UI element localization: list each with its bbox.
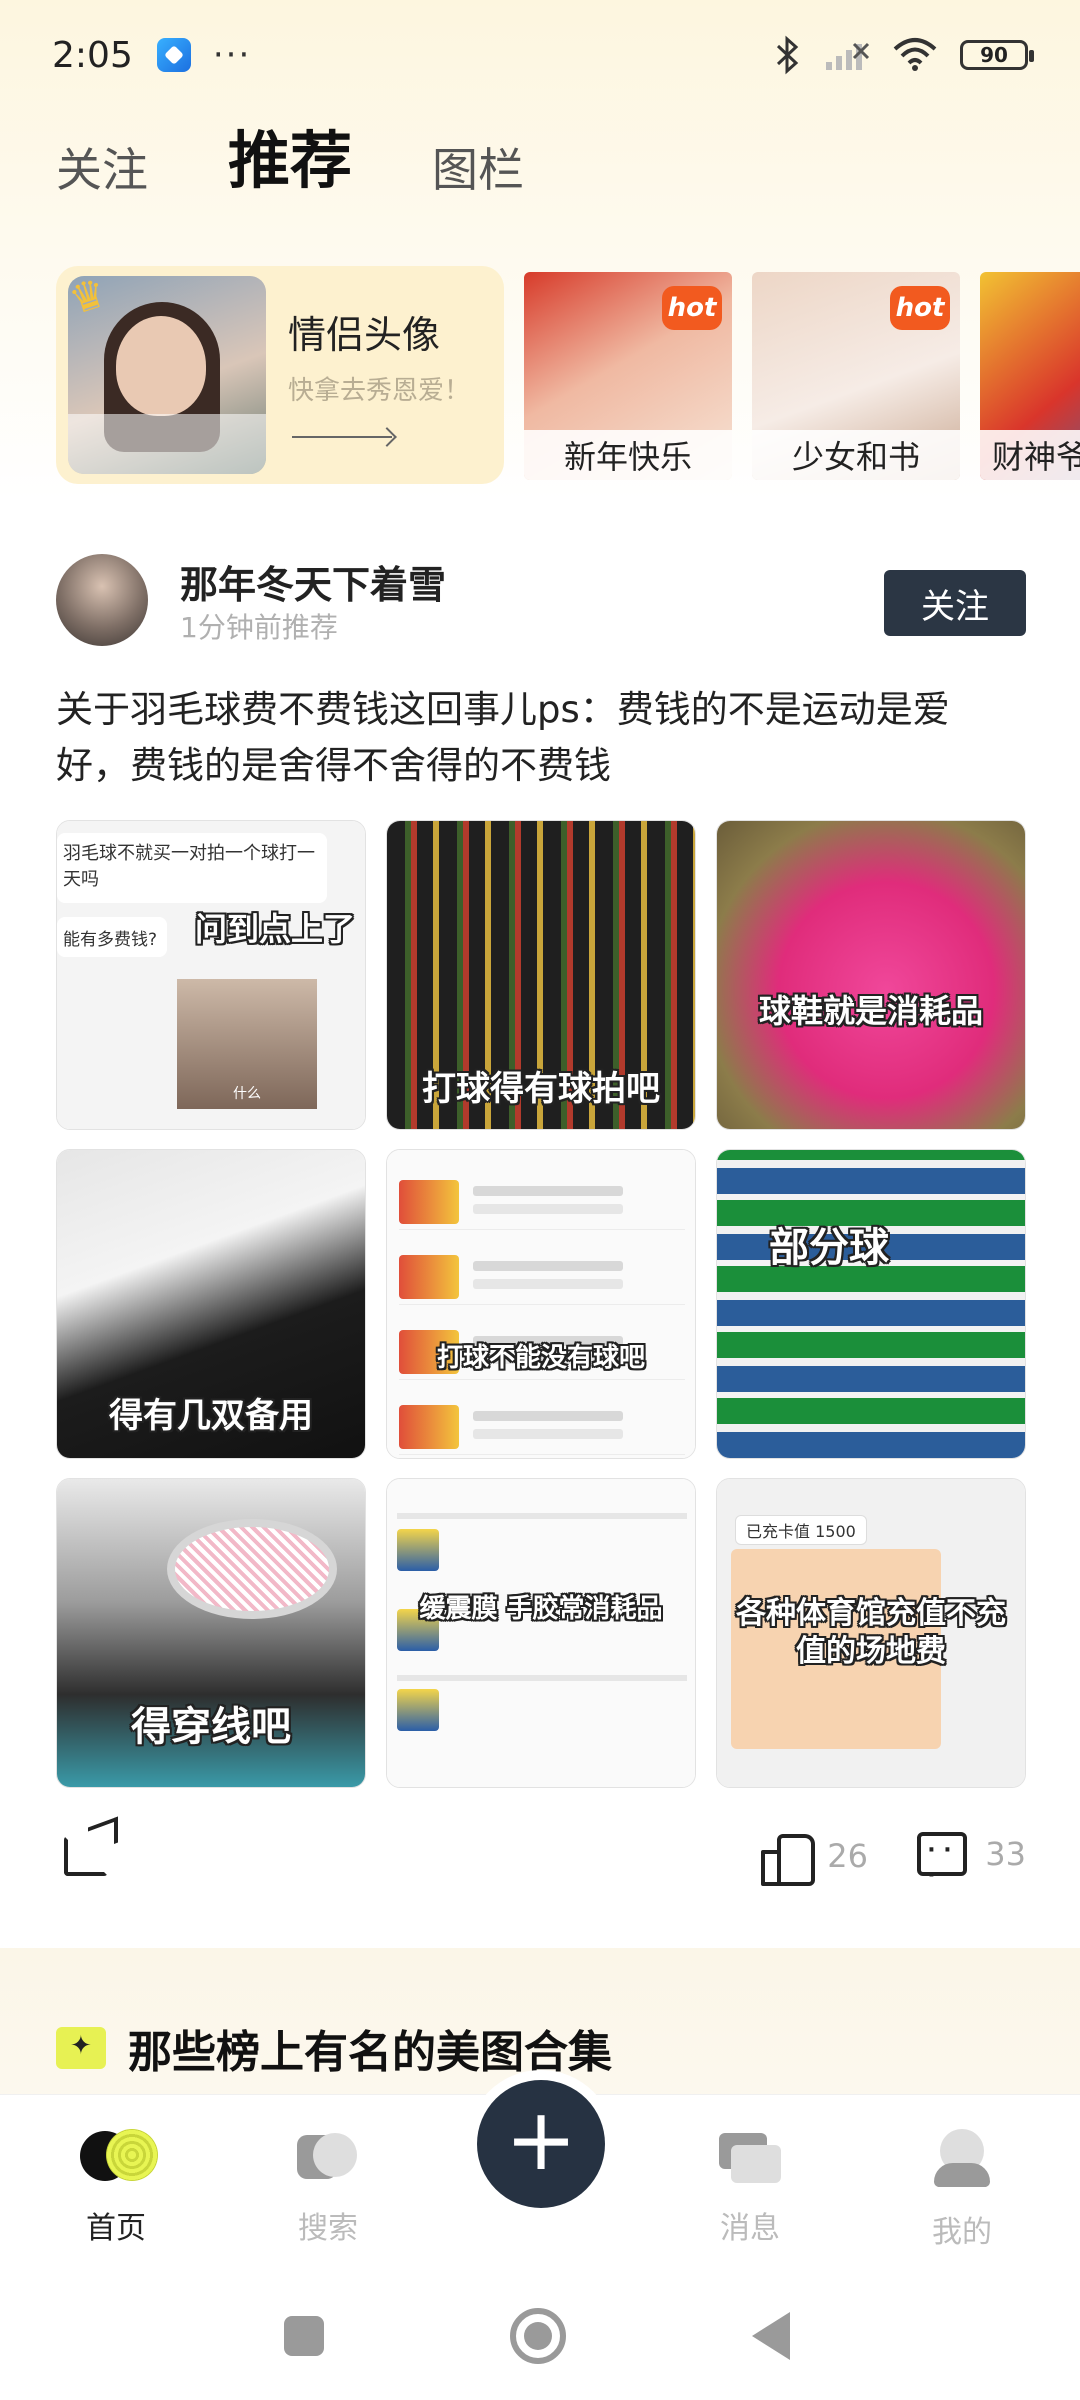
topic-label: 财神爷 — [980, 430, 1080, 480]
meme-photo: 什么 — [177, 979, 317, 1109]
post-text[interactable]: 关于羽毛球费不费钱这回事儿ps：费钱的不是运动是爱好，费钱的是舍得不舍得的不费钱 — [56, 682, 1016, 794]
bluetooth-icon — [776, 35, 799, 75]
image-caption: 球鞋就是消耗品 — [758, 992, 983, 1030]
post-image-2[interactable]: 打球得有球拍吧 — [386, 820, 696, 1130]
image-caption: 部分球 — [769, 1225, 889, 1271]
arrow-right-icon — [292, 436, 392, 438]
system-home-icon[interactable] — [510, 2308, 566, 2364]
nav-profile[interactable]: 我的 — [892, 2129, 1032, 2251]
image-caption: 得穿线吧 — [131, 1704, 291, 1750]
image-caption: 打球得有球拍吧 — [422, 1069, 660, 1109]
nav-home[interactable]: 首页 — [46, 2129, 186, 2247]
recent-apps-icon[interactable] — [284, 2316, 324, 2356]
folder-icon — [56, 2027, 106, 2069]
profile-icon — [934, 2129, 990, 2189]
status-icons: 90 — [772, 35, 1034, 75]
comment-button[interactable]: 33 — [917, 1832, 1026, 1888]
image-caption: 得有几双备用 — [109, 1396, 313, 1436]
post-header: 那年冬天下着雪 1分钟前推荐 关注 — [56, 554, 1026, 646]
card-balance-tag: 已充卡值 1500 — [735, 1515, 867, 1545]
feature-subtitle: 快拿去秀恩爱！ — [288, 376, 471, 406]
topic-card-girl-and-book[interactable]: hot 少女和书 — [752, 272, 960, 480]
nav-label: 消息 — [720, 2211, 780, 2246]
post-image-5[interactable]: 打球不能没有球吧 — [386, 1149, 696, 1459]
collection-title: 那些榜上有名的美图合集 — [128, 2027, 612, 2078]
tab-following[interactable]: 关注 — [56, 134, 148, 200]
topic-banner-row: ♛ 情侣头像 快拿去秀恩爱！ hot 新年快乐 hot 少女和书 财神爷 — [56, 266, 1080, 486]
cellular-signal-icon — [826, 42, 870, 70]
post-image-9[interactable]: 已充卡值 1500 各种体育馆充值不充值的场地费 — [716, 1478, 1026, 1788]
tab-recommended[interactable]: 推荐 — [228, 110, 353, 200]
post-image-3[interactable]: 球鞋就是消耗品 — [716, 820, 1026, 1130]
hot-badge: hot — [662, 286, 722, 330]
chat-bubble: 羽毛球不就买一对拍一个球打一天吗 — [57, 833, 327, 903]
follow-button[interactable]: 关注 — [884, 570, 1026, 636]
plus-icon: + — [504, 2090, 578, 2190]
create-post-button[interactable]: + — [477, 2080, 605, 2208]
comment-icon — [917, 1832, 968, 1888]
post-time: 1分钟前推荐 — [180, 611, 338, 644]
hot-badge: hot — [890, 286, 950, 330]
image-caption: 问到点上了 — [194, 910, 355, 948]
battery-icon: 90 — [960, 40, 1034, 70]
post-image-7[interactable]: 得穿线吧 — [56, 1478, 366, 1788]
like-button[interactable]: 26 — [761, 1832, 868, 1886]
post-actions: 26 33 — [56, 1832, 1026, 1892]
post-image-6[interactable]: 部分球 — [716, 1149, 1026, 1459]
back-icon[interactable] — [752, 2312, 790, 2360]
thumbs-up-icon — [761, 1832, 816, 1886]
post-image-1[interactable]: 羽毛球不就买一对拍一个球打一天吗 能有多费钱? 什么 问到点上了 — [56, 820, 366, 1130]
message-icon — [717, 2129, 783, 2185]
author-avatar[interactable] — [56, 554, 148, 646]
battery-level: 90 — [980, 43, 1008, 67]
nav-messages[interactable]: 消息 — [680, 2129, 820, 2247]
like-count: 26 — [827, 1837, 868, 1875]
search-icon — [293, 2129, 363, 2185]
topic-label: 少女和书 — [752, 430, 960, 480]
image-caption: 各种体育馆充值不充值的场地费 — [736, 1596, 1006, 1669]
wifi-icon — [893, 38, 937, 71]
nav-label: 搜索 — [298, 2211, 358, 2246]
feature-title: 情侣头像 — [288, 313, 441, 357]
post-image-grid: 羽毛球不就买一对拍一个球打一天吗 能有多费钱? 什么 问到点上了 打球得有球拍吧… — [56, 820, 1026, 1788]
top-tabs: 关注 推荐 图栏 — [56, 120, 524, 200]
feature-card-couple-avatar[interactable]: ♛ 情侣头像 快拿去秀恩爱！ — [56, 266, 504, 484]
tab-gallery[interactable]: 图栏 — [432, 134, 524, 200]
meme-photo-subtitle: 什么 — [233, 1086, 261, 1102]
home-icon — [78, 2129, 158, 2185]
more-notifications-icon: ··· — [212, 35, 252, 75]
collection-header[interactable]: 那些榜上有名的美图合集 — [56, 2016, 612, 2080]
comment-count: 33 — [985, 1835, 1026, 1873]
post-image-4[interactable]: 得有几双备用 — [56, 1149, 366, 1459]
status-bar: 2:05 ··· 90 — [0, 0, 1080, 110]
topic-card-new-year[interactable]: hot 新年快乐 — [524, 272, 732, 480]
post-image-8[interactable]: 缓震膜 手胶常消耗品 — [386, 1478, 696, 1788]
image-caption: 打球不能没有球吧 — [436, 1343, 645, 1373]
topic-label: 新年快乐 — [524, 430, 732, 480]
topic-card-god-of-wealth[interactable]: 财神爷 — [980, 272, 1080, 480]
nav-label: 我的 — [932, 2215, 992, 2250]
system-navigation-bar — [0, 2288, 1080, 2400]
status-time: 2:05 — [52, 34, 133, 76]
image-caption: 缓震膜 手胶常消耗品 — [419, 1594, 663, 1624]
nav-label: 首页 — [86, 2211, 146, 2246]
share-icon[interactable] — [64, 1836, 108, 1876]
author-name[interactable]: 那年冬天下着雪 — [180, 554, 446, 609]
nav-search[interactable]: 搜索 — [258, 2129, 398, 2247]
app-notification-icon — [156, 38, 191, 72]
